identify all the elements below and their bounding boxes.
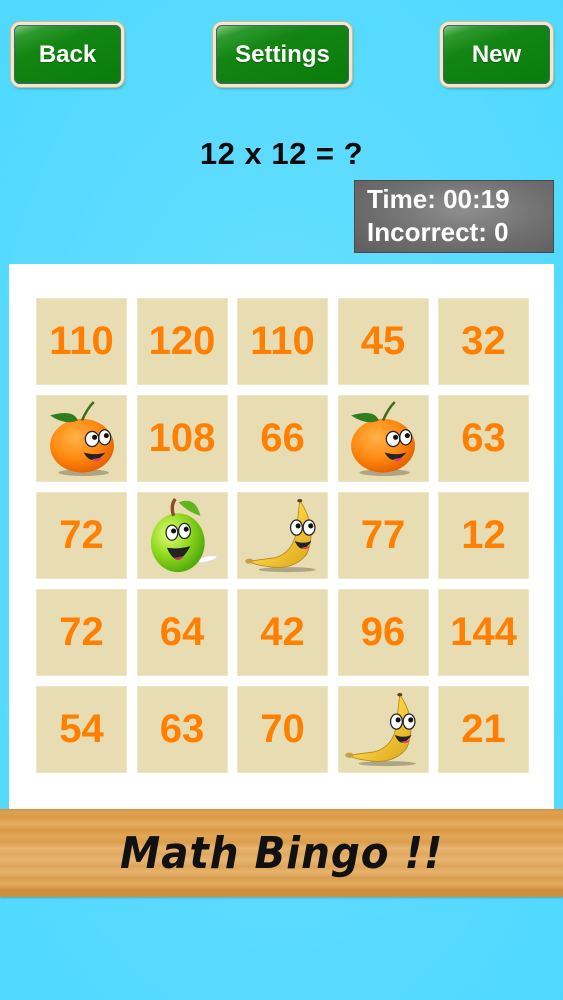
bingo-cell-value: 72: [59, 610, 104, 654]
bingo-cell-value: 108: [148, 416, 216, 460]
bingo-cell-value: 77: [360, 513, 406, 557]
bingo-cell-value: 110: [250, 319, 315, 363]
bingo-cell-value: 72: [59, 513, 104, 557]
bingo-cell[interactable]: 72: [36, 589, 127, 676]
apple-icon: [150, 497, 218, 572]
bingo-cell-value: 66: [260, 416, 305, 460]
bingo-board: 110 120 110 45 32 108 66 63 72 77 12 72 …: [9, 264, 554, 810]
bingo-cell-value: 120: [148, 319, 216, 363]
bingo-cell-value: 54: [59, 707, 104, 751]
banana-icon: [345, 692, 416, 766]
bingo-cell[interactable]: 144: [438, 589, 529, 676]
bingo-cell-value: 70: [260, 707, 305, 751]
banana-icon: [244, 498, 316, 572]
bingo-cell[interactable]: 21: [438, 686, 529, 773]
bingo-cell-marked[interactable]: [337, 686, 429, 773]
title-banner: Math Bingo !!: [0, 809, 563, 897]
bingo-cell-marked[interactable]: [136, 492, 228, 579]
bingo-cell-value: 64: [159, 610, 205, 654]
bingo-cell-value: 42: [260, 610, 305, 654]
bingo-cell-marked[interactable]: [337, 395, 429, 482]
bingo-cell-value: 110: [49, 319, 114, 363]
time-readout: Time: 00:19: [367, 184, 510, 214]
bingo-cell[interactable]: 64: [136, 589, 228, 676]
incorrect-count: Incorrect: 0: [367, 217, 509, 247]
new-game-button-label: New: [471, 40, 522, 68]
bingo-cell[interactable]: 70: [237, 686, 328, 773]
bingo-cell[interactable]: 45: [337, 298, 429, 385]
back-button[interactable]: Back: [11, 22, 124, 87]
bingo-cell-value: 12: [461, 513, 506, 557]
bingo-cell-value: 45: [360, 319, 406, 363]
bingo-cell[interactable]: 42: [237, 589, 328, 676]
banner-title: Math Bingo !!: [119, 827, 444, 879]
stats-panel: Time: 00:19 Incorrect: 0: [354, 180, 554, 253]
bingo-cell-marked[interactable]: [237, 492, 328, 579]
bingo-cell-value: 144: [450, 610, 517, 654]
bingo-cell[interactable]: 110: [36, 298, 127, 385]
bingo-cell-marked[interactable]: [36, 395, 127, 482]
bingo-cell[interactable]: 120: [136, 298, 228, 385]
bingo-cell[interactable]: 108: [136, 395, 228, 482]
bingo-cell-value: 96: [360, 610, 406, 654]
bingo-cell-value: 63: [461, 416, 506, 460]
bingo-cell[interactable]: 63: [136, 686, 228, 773]
bingo-cell[interactable]: 77: [337, 492, 429, 579]
question-text: 12 x 12 = ?: [199, 136, 364, 171]
bingo-cell[interactable]: 12: [438, 492, 529, 579]
bingo-cell[interactable]: 72: [36, 492, 127, 579]
bingo-cell[interactable]: 54: [36, 686, 127, 773]
bingo-cell[interactable]: 63: [438, 395, 529, 482]
bingo-cell[interactable]: 66: [237, 395, 328, 482]
settings-button[interactable]: Settings: [213, 22, 352, 87]
settings-button-label: Settings: [235, 40, 330, 68]
orange-icon: [49, 400, 114, 476]
bingo-cell[interactable]: 32: [438, 298, 529, 385]
bingo-cell[interactable]: 96: [337, 589, 429, 676]
bingo-cell-value: 32: [461, 319, 506, 363]
bingo-cell-value: 63: [159, 707, 205, 751]
bingo-cell[interactable]: 110: [237, 298, 328, 385]
bingo-cell-value: 21: [461, 707, 506, 751]
orange-icon: [351, 400, 415, 476]
bingo-grid: 110 120 110 45 32 108 66 63 72 77 12 72 …: [36, 298, 529, 773]
back-button-label: Back: [38, 40, 97, 68]
new-game-button[interactable]: New: [440, 22, 553, 87]
